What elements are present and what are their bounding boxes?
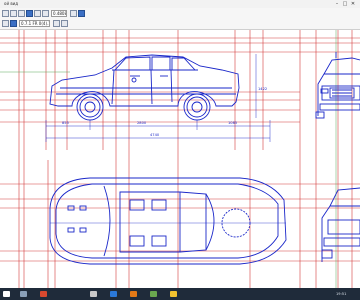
maximize-button[interactable]: □ xyxy=(342,1,348,7)
office-icon[interactable] xyxy=(110,291,117,297)
axis-guides xyxy=(0,30,337,288)
grid-icon[interactable] xyxy=(61,20,68,27)
dim-wheelbase: 2800 xyxy=(137,121,147,125)
zoom-in-icon[interactable] xyxy=(2,10,9,17)
folder-icon[interactable] xyxy=(170,291,177,297)
coordinates-field[interactable]: 0.7.1 FR 0(4).14 xyxy=(19,20,50,27)
fit-icon[interactable] xyxy=(26,10,33,17)
taskbar: 19:51 xyxy=(0,288,360,300)
window-title: ой вид xyxy=(4,1,19,6)
taskbar-clock[interactable]: 19:51 xyxy=(336,288,346,300)
dim-front-overhang: 855 xyxy=(62,121,69,125)
settings-icon[interactable] xyxy=(2,20,9,27)
windows-start-icon[interactable] xyxy=(3,291,10,297)
zoom-previous-icon[interactable] xyxy=(42,10,49,17)
dim-rear-overhang: 1085 xyxy=(228,121,237,125)
title-bar: ой вид – □ ✕ xyxy=(0,0,360,8)
media-icon[interactable] xyxy=(130,291,137,297)
regenerate-icon[interactable] xyxy=(78,10,85,17)
cad-application-window: ой вид – □ ✕ 0.4808 0.7.1 FR 0(4).14 xyxy=(0,0,360,300)
dim-height: 1422 xyxy=(258,87,267,91)
view-icon[interactable] xyxy=(10,20,17,27)
toolbar: 0.4808 0.7.1 FR 0(4).14 xyxy=(0,8,360,30)
zoom-window-icon[interactable] xyxy=(34,10,41,17)
explorer-icon[interactable] xyxy=(20,291,27,297)
chrome-icon[interactable] xyxy=(150,291,157,297)
pan-icon[interactable] xyxy=(18,10,25,17)
dim-overall-length: 4740 xyxy=(150,133,160,137)
cad-icon[interactable] xyxy=(90,291,97,297)
close-button[interactable]: ✕ xyxy=(350,1,356,7)
zoom-scale-field[interactable]: 0.4808 xyxy=(51,10,67,17)
browser-icon[interactable] xyxy=(40,291,47,297)
refresh-icon[interactable] xyxy=(70,10,77,17)
car-blueprint: 855 2800 1085 4740 1422 xyxy=(0,30,360,288)
snap-icon[interactable] xyxy=(53,20,60,27)
zoom-out-icon[interactable] xyxy=(10,10,17,17)
minimize-button[interactable]: – xyxy=(334,1,340,7)
drawing-canvas[interactable]: 855 2800 1085 4740 1422 xyxy=(0,30,360,288)
